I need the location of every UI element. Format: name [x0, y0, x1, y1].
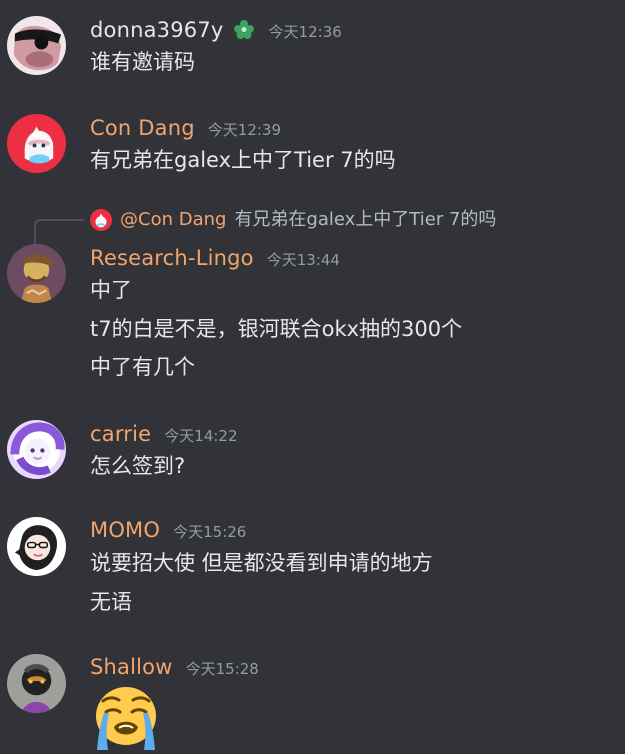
- reply-connector: [34, 219, 84, 245]
- username[interactable]: carrie: [90, 421, 151, 447]
- timestamp: 今天14:22: [164, 427, 238, 445]
- username[interactable]: Shallow: [90, 654, 173, 680]
- timestamp: 今天13:44: [266, 251, 340, 269]
- username[interactable]: Research-Lingo: [90, 245, 254, 271]
- reply-content: 有兄弟在galex上中了Tier 7的吗: [234, 209, 497, 230]
- avatar[interactable]: [7, 517, 66, 576]
- reply-username[interactable]: @Con Dang: [120, 209, 226, 230]
- loudly-crying-face-icon: [96, 687, 156, 750]
- message-header: Research-Lingo 今天13:44: [90, 245, 340, 271]
- message-header: Shallow 今天15:28: [90, 654, 259, 680]
- avatar[interactable]: [7, 244, 66, 303]
- timestamp: 今天15:28: [185, 660, 259, 678]
- reply-text: @Con Dang 有兄弟在galex上中了Tier 7的吗: [120, 207, 496, 233]
- username[interactable]: donna3967y: [90, 17, 224, 43]
- message-text: 说要招大使 但是都没看到申请的地方: [90, 551, 433, 575]
- message-text: 有兄弟在galex上中了Tier 7的吗: [90, 148, 396, 172]
- timestamp: 今天15:26: [173, 523, 247, 541]
- reply-preview[interactable]: @Con Dang 有兄弟在galex上中了Tier 7的吗: [34, 207, 625, 245]
- timestamp: 今天12:39: [207, 121, 282, 139]
- avatar[interactable]: [7, 654, 66, 713]
- avatar[interactable]: [7, 420, 66, 479]
- message-text: t7的白是不是，银河联合okx抽的300个: [90, 317, 463, 341]
- username[interactable]: Con Dang: [90, 115, 195, 141]
- message-header: donna3967y 今天12:36: [90, 17, 342, 43]
- avatar[interactable]: [7, 16, 66, 75]
- message-header: MOMO 今天15:26: [90, 517, 246, 543]
- username[interactable]: MOMO: [90, 517, 160, 543]
- nitro-badge-icon[interactable]: [232, 18, 256, 42]
- message-text: 中了有几个: [90, 355, 195, 379]
- message-text: 中了: [90, 278, 132, 302]
- reply-avatar: [90, 209, 112, 231]
- message-text: 无语: [90, 590, 132, 614]
- avatar[interactable]: [7, 114, 66, 173]
- message-text: 谁有邀请码: [90, 50, 195, 74]
- message-header: Con Dang 今天12:39: [90, 115, 281, 141]
- message-header: carrie 今天14:22: [90, 421, 238, 447]
- message-text: 怎么签到?: [90, 454, 186, 478]
- timestamp: 今天12:36: [268, 23, 342, 41]
